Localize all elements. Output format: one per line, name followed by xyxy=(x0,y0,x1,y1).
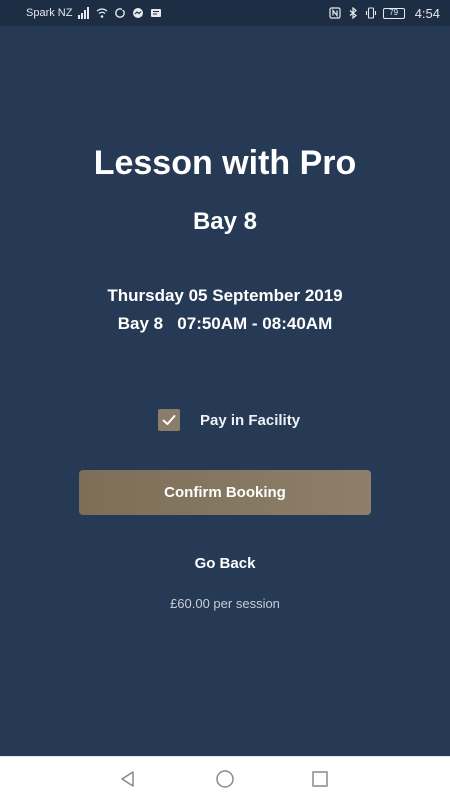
pay-in-facility-label: Pay in Facility xyxy=(200,411,301,429)
pay-in-facility-option[interactable]: Pay in Facility xyxy=(158,409,300,431)
home-nav-icon[interactable] xyxy=(215,769,235,789)
go-back-link[interactable]: Go Back xyxy=(0,555,450,572)
messenger-icon xyxy=(132,7,144,19)
system-nav-bar xyxy=(0,756,450,800)
back-nav-icon[interactable] xyxy=(118,769,138,789)
clock: 4:54 xyxy=(414,5,440,21)
status-right: 79 4:54 xyxy=(329,6,440,21)
carrier-label: Spark NZ xyxy=(26,7,73,19)
status-left: Spark NZ xyxy=(26,7,162,19)
signal-icon xyxy=(78,7,90,19)
booking-slot: Bay 8 07:50AM - 08:40AM xyxy=(117,314,333,333)
recents-nav-icon[interactable] xyxy=(310,769,330,789)
nfc-icon xyxy=(329,7,341,19)
pay-in-facility-checkbox[interactable] xyxy=(158,409,180,431)
bluetooth-icon xyxy=(347,7,359,19)
booking-date: Thursday 05 September 2019 xyxy=(107,286,343,305)
confirm-booking-button[interactable]: Confirm Booking xyxy=(79,470,371,515)
message-icon xyxy=(150,7,162,19)
price-per-session: £60.00 per session xyxy=(170,596,280,611)
bay-subtitle: Bay 8 xyxy=(192,208,258,235)
page-title: Lesson with Pro xyxy=(93,144,357,182)
booking-screen: Lesson with Pro Bay 8 Thursday 05 Septem… xyxy=(0,26,450,756)
vibrate-icon xyxy=(365,7,377,19)
checkmark-icon xyxy=(162,415,176,425)
wifi-icon xyxy=(96,7,108,19)
status-bar: Spark NZ 79 4:54 xyxy=(0,0,450,26)
battery-icon: 79 xyxy=(382,7,405,19)
sync-icon xyxy=(114,7,126,19)
